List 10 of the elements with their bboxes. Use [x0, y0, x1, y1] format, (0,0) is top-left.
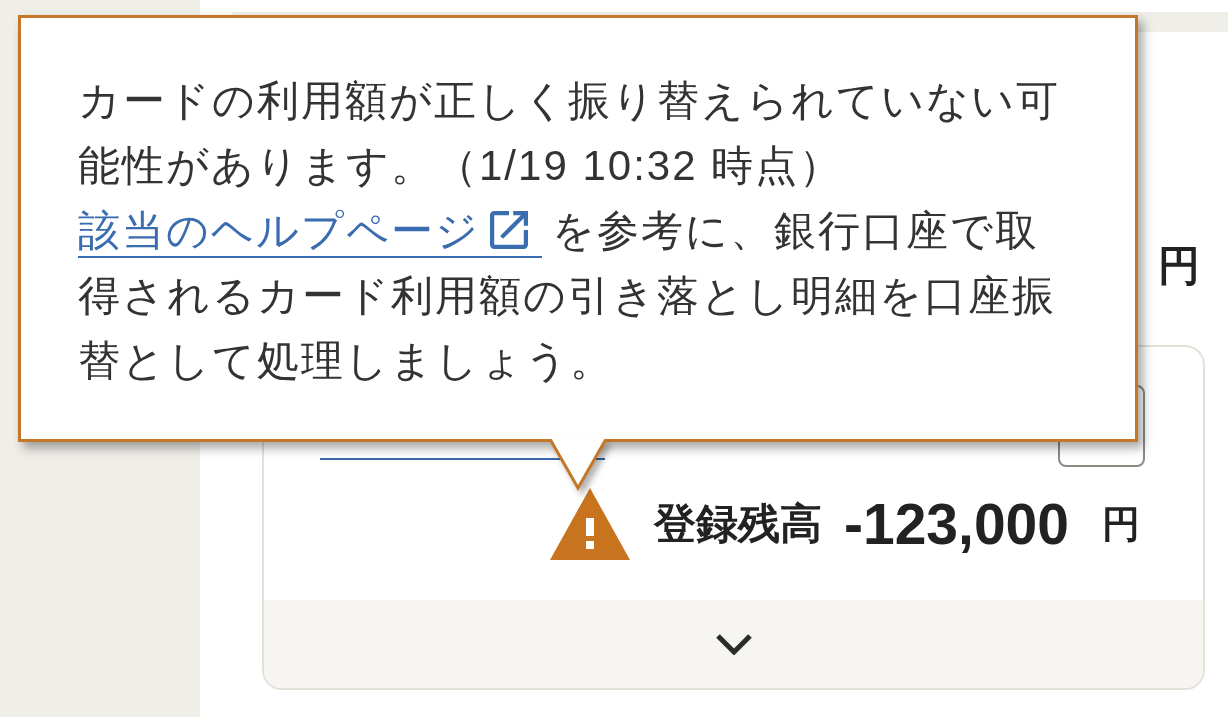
balance-label: 登録残高 — [653, 499, 822, 549]
help-link[interactable]: 該当のヘルプページ — [78, 206, 542, 258]
chevron-down-icon — [714, 633, 753, 655]
external-link-icon — [490, 211, 528, 249]
tooltip-message: カードの利用額が正しく振り替えられていない可能性があります。（1/19 10:32 時点） — [78, 76, 1061, 191]
expand-button[interactable] — [264, 600, 1203, 688]
currency-unit: 円 — [1102, 502, 1140, 547]
tooltip-help-text: 該当のヘルプページ を参考に、銀行口座で取得されるカード利用額の引き落とし明細を口座振替として処理しましょう。 — [78, 205, 1057, 386]
balance-amount: -123,000 — [843, 491, 1069, 557]
currency-unit: 円 — [1158, 241, 1200, 291]
